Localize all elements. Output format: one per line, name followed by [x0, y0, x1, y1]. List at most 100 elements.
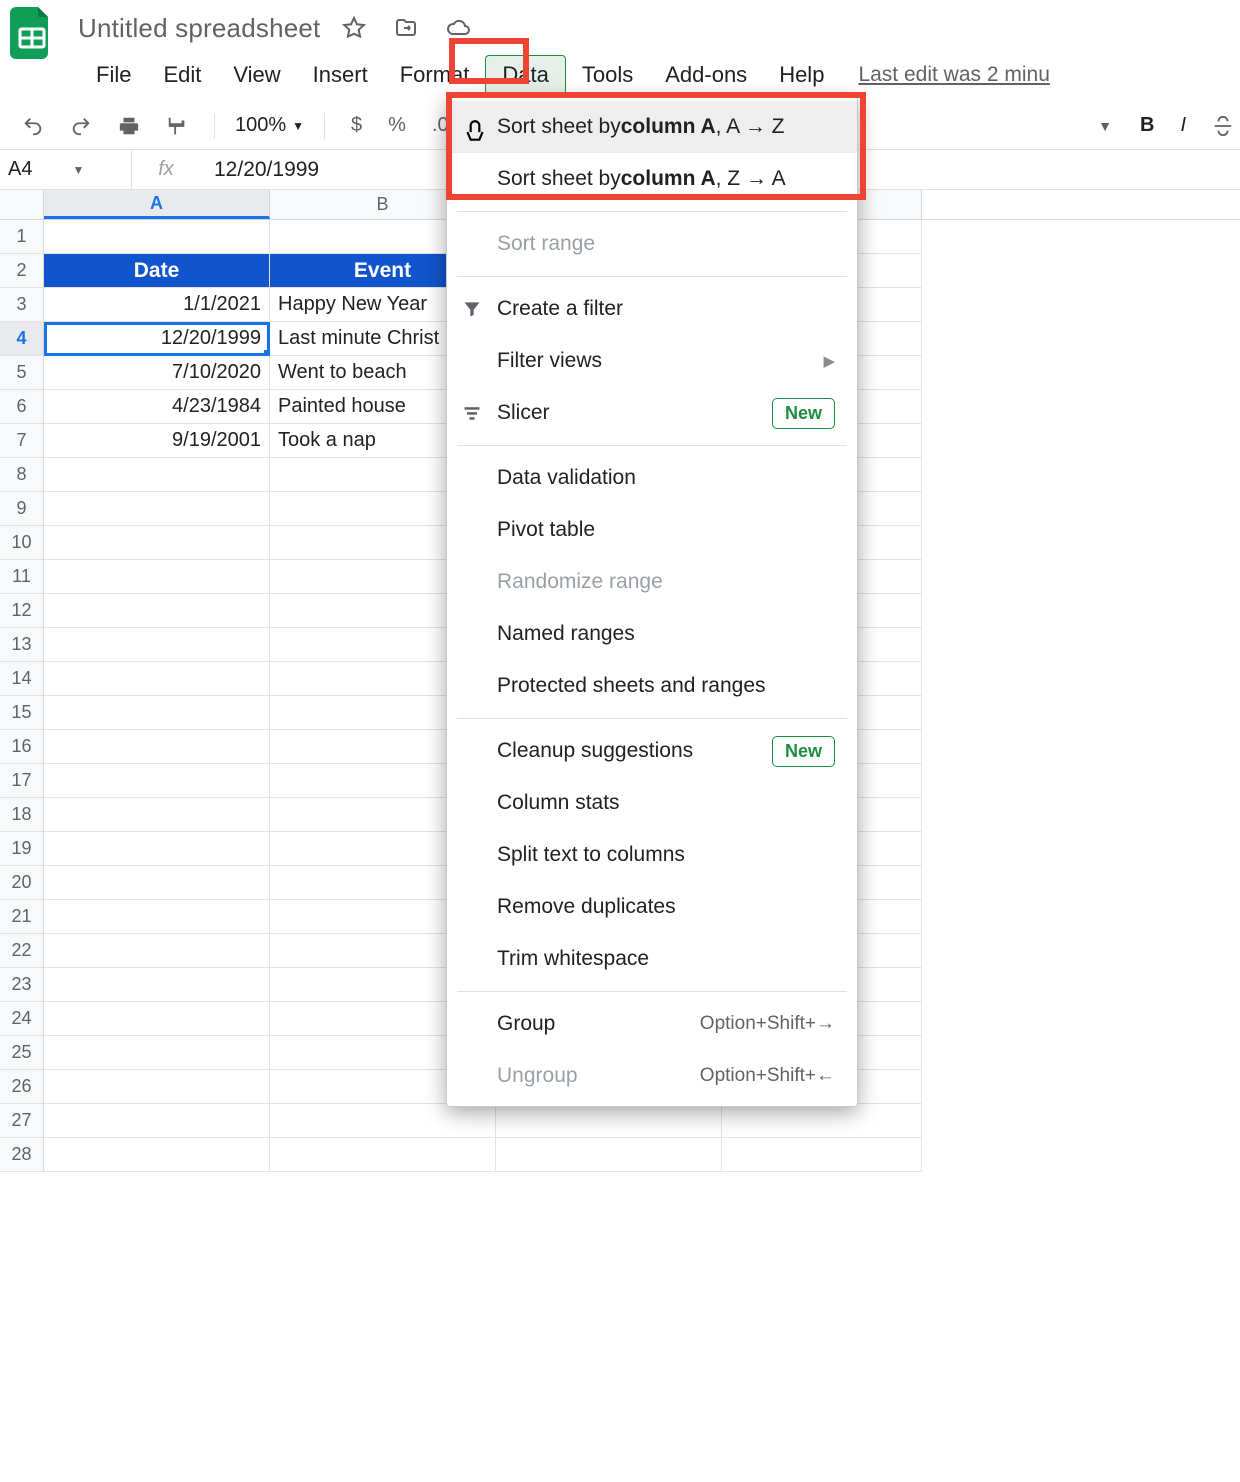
cell[interactable] [496, 1104, 722, 1138]
row-header[interactable]: 1 [0, 220, 44, 254]
row-header[interactable]: 13 [0, 628, 44, 662]
row-header[interactable]: 2 [0, 254, 44, 288]
cell[interactable] [44, 1138, 270, 1172]
zoom-select[interactable]: 100%▼ [235, 114, 304, 137]
cell[interactable] [44, 900, 270, 934]
menu-file[interactable]: File [80, 56, 147, 94]
menu-pivot-table[interactable]: Pivot table [447, 504, 857, 556]
row-header[interactable]: 23 [0, 968, 44, 1002]
menu-help[interactable]: Help [763, 56, 840, 94]
cell[interactable] [44, 1002, 270, 1036]
sheets-logo[interactable] [10, 7, 54, 59]
cell[interactable] [44, 696, 270, 730]
row-header[interactable]: 28 [0, 1138, 44, 1172]
undo-button[interactable] [16, 111, 50, 141]
cell-selected[interactable]: 12/20/1999 [44, 322, 270, 356]
formula-input[interactable]: 12/20/1999 [200, 158, 319, 182]
menu-sort-sheet-za[interactable]: Sort sheet by column A, Z → A [447, 153, 857, 205]
cell[interactable] [44, 220, 270, 254]
currency-button[interactable]: $ [345, 110, 368, 141]
bold-button[interactable]: B [1134, 110, 1160, 141]
menu-sort-sheet-az[interactable]: Sort sheet by column A, A → Z [447, 101, 857, 153]
row-header[interactable]: 19 [0, 832, 44, 866]
row-header[interactable]: 26 [0, 1070, 44, 1104]
last-edit-link[interactable]: Last edit was 2 minu [858, 63, 1049, 87]
menu-remove-duplicates[interactable]: Remove duplicates [447, 881, 857, 933]
menu-create-filter[interactable]: Create a filter [447, 283, 857, 335]
cell[interactable] [44, 526, 270, 560]
menu-trim-whitespace[interactable]: Trim whitespace [447, 933, 857, 985]
cell[interactable] [44, 662, 270, 696]
row-header[interactable]: 16 [0, 730, 44, 764]
row-header[interactable]: 5 [0, 356, 44, 390]
row-header[interactable]: 11 [0, 560, 44, 594]
select-all-corner[interactable] [0, 190, 44, 219]
row-header[interactable]: 6 [0, 390, 44, 424]
row-header[interactable]: 3 [0, 288, 44, 322]
menu-edit[interactable]: Edit [147, 56, 217, 94]
name-box[interactable]: A4▼ [0, 150, 132, 189]
percent-button[interactable]: % [382, 110, 412, 141]
cell[interactable]: 9/19/2001 [44, 424, 270, 458]
cell[interactable] [44, 968, 270, 1002]
strike-button[interactable] [1206, 111, 1240, 141]
col-header-A[interactable]: A [44, 190, 270, 219]
row-header[interactable]: 12 [0, 594, 44, 628]
fill-handle[interactable] [264, 350, 270, 356]
row-header[interactable]: 7 [0, 424, 44, 458]
menu-addons[interactable]: Add-ons [649, 56, 763, 94]
cell[interactable] [44, 492, 270, 526]
row-header[interactable]: 14 [0, 662, 44, 696]
cell[interactable] [722, 1104, 922, 1138]
menu-filter-views[interactable]: Filter views▶ [447, 335, 857, 387]
row-header[interactable]: 9 [0, 492, 44, 526]
row-header[interactable]: 10 [0, 526, 44, 560]
menu-group[interactable]: GroupOption+Shift+→ [447, 998, 857, 1050]
row-header[interactable]: 22 [0, 934, 44, 968]
cell[interactable] [44, 832, 270, 866]
menu-insert[interactable]: Insert [297, 56, 384, 94]
row-header[interactable]: 20 [0, 866, 44, 900]
cell[interactable]: Date [44, 254, 270, 288]
cell[interactable] [270, 1104, 496, 1138]
row-header[interactable]: 4 [0, 322, 44, 356]
cell[interactable] [722, 1138, 922, 1172]
doc-title[interactable]: Untitled spreadsheet [78, 13, 320, 44]
cell[interactable]: 7/10/2020 [44, 356, 270, 390]
star-icon[interactable] [342, 16, 366, 40]
row-header[interactable]: 25 [0, 1036, 44, 1070]
cell[interactable] [44, 594, 270, 628]
menu-cleanup-suggestions[interactable]: Cleanup suggestionsNew [447, 725, 857, 777]
row-header[interactable]: 8 [0, 458, 44, 492]
menu-format[interactable]: Format [384, 56, 486, 94]
menu-named-ranges[interactable]: Named ranges [447, 608, 857, 660]
cell[interactable] [44, 798, 270, 832]
menu-data-validation[interactable]: Data validation [447, 452, 857, 504]
row-header[interactable]: 18 [0, 798, 44, 832]
cell[interactable] [44, 458, 270, 492]
row-header[interactable]: 24 [0, 1002, 44, 1036]
print-button[interactable] [112, 111, 146, 141]
cell[interactable] [44, 866, 270, 900]
menu-tools[interactable]: Tools [566, 56, 649, 94]
cell[interactable] [44, 730, 270, 764]
paint-format-button[interactable] [160, 111, 194, 141]
menu-data[interactable]: Data [485, 55, 565, 95]
cell[interactable] [44, 628, 270, 662]
row-header[interactable]: 17 [0, 764, 44, 798]
menu-split-text[interactable]: Split text to columns [447, 829, 857, 881]
cell[interactable] [44, 1070, 270, 1104]
row-header[interactable]: 27 [0, 1104, 44, 1138]
redo-button[interactable] [64, 111, 98, 141]
row-header[interactable]: 15 [0, 696, 44, 730]
more-dropdown-icon[interactable]: ▼ [1098, 118, 1112, 134]
cell[interactable] [44, 934, 270, 968]
cell[interactable] [44, 1104, 270, 1138]
cell[interactable]: 4/23/1984 [44, 390, 270, 424]
cell[interactable] [44, 560, 270, 594]
move-folder-icon[interactable] [394, 16, 418, 40]
cell[interactable]: 1/1/2021 [44, 288, 270, 322]
italic-button[interactable]: I [1174, 110, 1192, 141]
cell[interactable] [496, 1138, 722, 1172]
menu-protected-sheets[interactable]: Protected sheets and ranges [447, 660, 857, 712]
